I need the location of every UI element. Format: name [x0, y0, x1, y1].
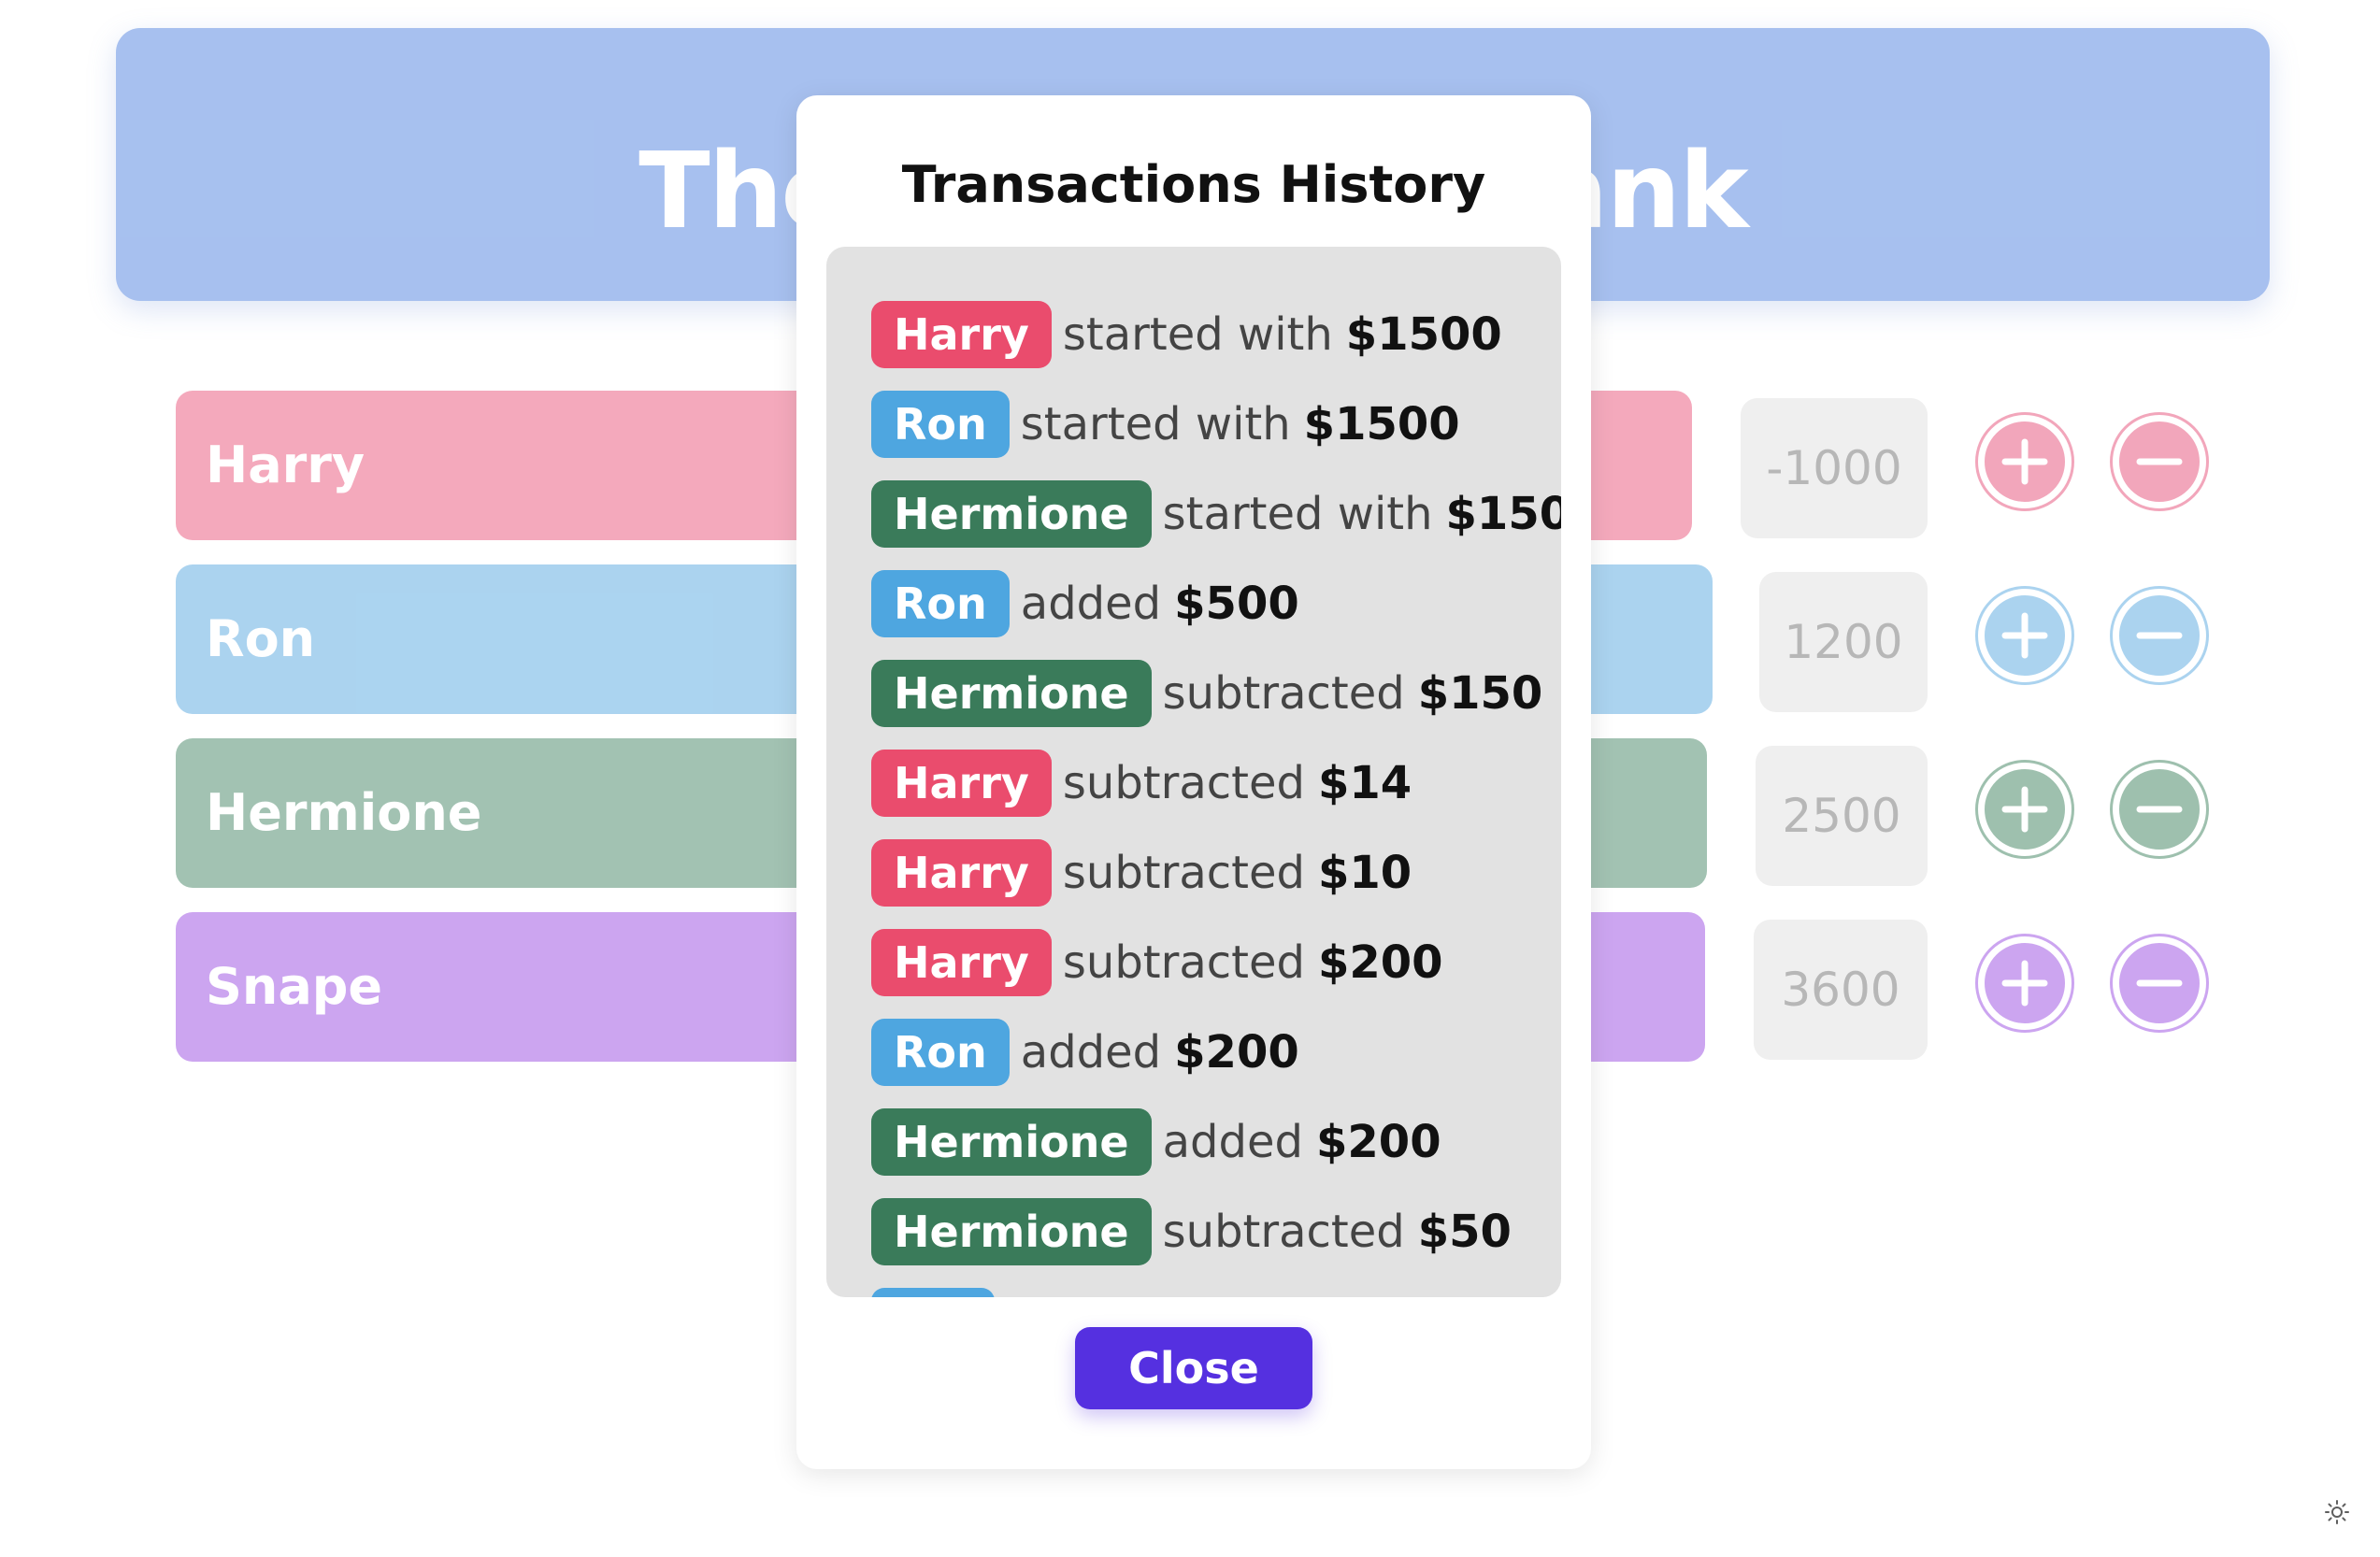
- transaction-action: subtracted: [1062, 936, 1305, 989]
- transactions-modal: Transactions History Harry started with …: [796, 95, 1591, 1469]
- list-item: Harry subtracted $14: [871, 750, 1412, 817]
- transaction-amount: $1500: [1303, 398, 1460, 450]
- account-badge: Harry: [871, 301, 1052, 368]
- transaction-amount: $1500: [1445, 488, 1561, 540]
- account-badge: Hermione: [871, 660, 1152, 727]
- list-item: Hermione added $200: [871, 1108, 1441, 1176]
- partially-hidden-badge: [871, 1288, 995, 1297]
- account-badge: Hermione: [871, 1198, 1152, 1265]
- close-button[interactable]: Close: [1075, 1327, 1312, 1409]
- transaction-amount: $1500: [1345, 308, 1502, 361]
- transaction-action: added: [1162, 1116, 1303, 1168]
- transaction-amount: $500: [1174, 578, 1299, 630]
- account-badge: Hermione: [871, 1108, 1152, 1176]
- bank-app: The Gringotts Bank Harry -1000 Ron 1200: [0, 0, 2380, 1557]
- list-item: Harry subtracted $200: [871, 929, 1443, 996]
- account-badge: Ron: [871, 391, 1010, 458]
- transaction-action: subtracted: [1062, 757, 1305, 809]
- transaction-action: added: [1020, 1026, 1162, 1078]
- transaction-amount: $200: [1174, 1026, 1299, 1078]
- transaction-action: subtracted: [1162, 667, 1405, 720]
- transaction-action: started with: [1020, 398, 1291, 450]
- transactions-list[interactable]: Harry started with $1500 Ron started wit…: [826, 247, 1561, 1297]
- transaction-action: started with: [1062, 308, 1333, 361]
- transaction-action: subtracted: [1062, 847, 1305, 899]
- list-item: Ron added $200: [871, 1019, 1299, 1086]
- list-item: Ron started with $1500: [871, 391, 1460, 458]
- transaction-amount: $200: [1317, 936, 1443, 989]
- transaction-action: started with: [1162, 488, 1433, 540]
- list-item: Harry subtracted $10: [871, 839, 1412, 907]
- modal-title: Transactions History: [901, 155, 1486, 214]
- transaction-amount: $50: [1417, 1206, 1512, 1258]
- list-item: Hermione subtracted $50: [871, 1198, 1512, 1265]
- transaction-amount: $200: [1316, 1116, 1441, 1168]
- account-badge: Harry: [871, 839, 1052, 907]
- transaction-action: subtracted: [1162, 1206, 1405, 1258]
- list-item: Ron added $500: [871, 570, 1299, 637]
- list-item: Harry started with $1500: [871, 301, 1502, 368]
- account-badge: Ron: [871, 570, 1010, 637]
- transaction-amount: $150: [1417, 667, 1543, 720]
- transaction-amount: $10: [1317, 847, 1412, 899]
- transaction-amount: $14: [1317, 757, 1412, 809]
- account-badge: Hermione: [871, 480, 1152, 548]
- account-badge: Harry: [871, 750, 1052, 817]
- transaction-action: added: [1020, 578, 1162, 630]
- list-item: Hermione started with $1500: [871, 480, 1561, 548]
- account-badge: Ron: [871, 1019, 1010, 1086]
- list-item: Hermione subtracted $150: [871, 660, 1542, 727]
- account-badge: Harry: [871, 929, 1052, 996]
